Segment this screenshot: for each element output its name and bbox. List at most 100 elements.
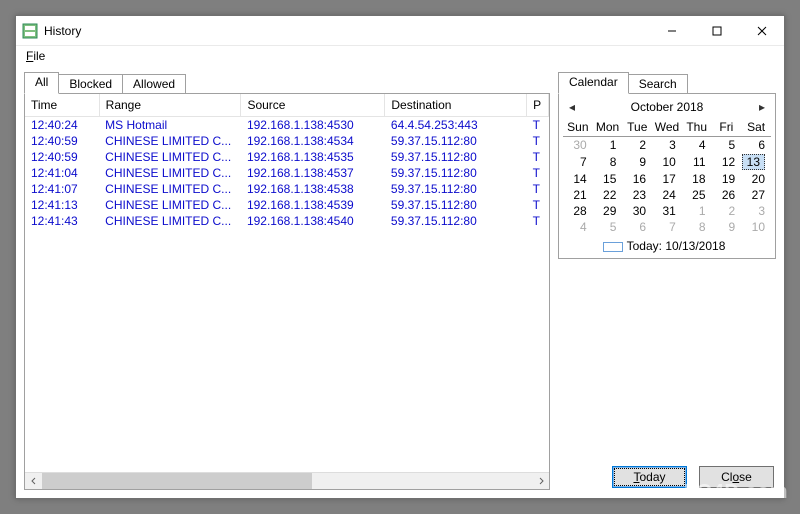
minimize-button[interactable]	[649, 16, 694, 45]
calendar-day[interactable]: 18	[682, 171, 712, 187]
calendar-week: 78910111213	[563, 153, 771, 171]
cell-destination: 64.4.54.253:443	[385, 117, 527, 134]
table-row[interactable]: 12:40:24MS Hotmail192.168.1.138:453064.4…	[25, 117, 549, 134]
cell-range: CHINESE LIMITED C...	[99, 165, 241, 181]
calendar-day[interactable]: 10	[652, 153, 682, 171]
calendar-day[interactable]: 16	[622, 171, 652, 187]
calendar-panel: ◂ October 2018 ▸ SunMonTueWedThuFriSat 3…	[558, 93, 776, 259]
calendar-day[interactable]: 6	[622, 219, 652, 235]
tab-all[interactable]: All	[24, 72, 59, 94]
calendar-day[interactable]: 10	[741, 219, 771, 235]
history-table: Time Range Source Destination P 12:40:24…	[25, 94, 549, 229]
tab-allowed[interactable]: Allowed	[122, 74, 186, 94]
calendar-day[interactable]: 5	[712, 137, 742, 154]
col-destination[interactable]: Destination	[385, 94, 527, 117]
calendar-day[interactable]: 14	[563, 171, 593, 187]
list-wrap: Time Range Source Destination P 12:40:24…	[25, 94, 549, 472]
history-tabs: All Blocked Allowed	[24, 72, 550, 94]
calendar-day[interactable]: 7	[563, 153, 593, 171]
calendar-day[interactable]: 9	[712, 219, 742, 235]
col-time[interactable]: Time	[25, 94, 99, 117]
calendar-day[interactable]: 21	[563, 187, 593, 203]
table-row[interactable]: 12:41:04CHINESE LIMITED C...192.168.1.13…	[25, 165, 549, 181]
calendar-day[interactable]: 11	[682, 153, 712, 171]
table-row[interactable]: 12:40:59CHINESE LIMITED C...192.168.1.13…	[25, 149, 549, 165]
calendar-week: 21222324252627	[563, 187, 771, 203]
today-button[interactable]: Today	[612, 466, 687, 488]
calendar-day-header: Fri	[712, 118, 742, 137]
calendar-day[interactable]: 31	[652, 203, 682, 219]
calendar-today-link[interactable]: Today: 10/13/2018	[563, 235, 771, 254]
calendar-day[interactable]: 6	[741, 137, 771, 154]
cell-source: 192.168.1.138:4539	[241, 197, 385, 213]
calendar-day[interactable]: 12	[712, 153, 742, 171]
calendar-day-header: Sat	[741, 118, 771, 137]
calendar-day[interactable]: 24	[652, 187, 682, 203]
scroll-right-icon[interactable]	[532, 473, 549, 490]
table-row[interactable]: 12:41:07CHINESE LIMITED C...192.168.1.13…	[25, 181, 549, 197]
cell-time: 12:40:24	[25, 117, 99, 134]
calendar-day[interactable]: 20	[741, 171, 771, 187]
calendar-day[interactable]: 2	[712, 203, 742, 219]
scroll-left-icon[interactable]	[25, 473, 42, 490]
table-row[interactable]: 12:41:13CHINESE LIMITED C...192.168.1.13…	[25, 197, 549, 213]
calendar-day[interactable]: 13	[741, 153, 771, 171]
calendar-day[interactable]: 25	[682, 187, 712, 203]
cell-range: CHINESE LIMITED C...	[99, 149, 241, 165]
today-rest: oday	[639, 470, 665, 484]
calendar-day[interactable]: 17	[652, 171, 682, 187]
cell-source: 192.168.1.138:4537	[241, 165, 385, 181]
calendar-day[interactable]: 3	[652, 137, 682, 154]
calendar-day[interactable]: 3	[741, 203, 771, 219]
calendar-day[interactable]: 8	[682, 219, 712, 235]
calendar-week: 14151617181920	[563, 171, 771, 187]
calendar-day[interactable]: 26	[712, 187, 742, 203]
tab-search[interactable]: Search	[628, 74, 688, 94]
calendar-day[interactable]: 28	[563, 203, 593, 219]
close-pre: Cl	[721, 470, 732, 484]
cell-p: T	[527, 197, 549, 213]
calendar-today-label: Today: 10/13/2018	[627, 239, 726, 253]
table-row[interactable]: 12:41:43CHINESE LIMITED C...192.168.1.13…	[25, 213, 549, 229]
table-row[interactable]: 12:40:59CHINESE LIMITED C...192.168.1.13…	[25, 133, 549, 149]
calendar-day[interactable]: 29	[593, 203, 623, 219]
calendar-day[interactable]: 15	[593, 171, 623, 187]
horizontal-scrollbar[interactable]	[25, 472, 549, 489]
calendar-title[interactable]: October 2018	[579, 100, 755, 114]
col-range[interactable]: Range	[99, 94, 241, 117]
calendar-next-icon[interactable]: ▸	[755, 100, 769, 114]
calendar-day[interactable]: 30	[622, 203, 652, 219]
tab-calendar[interactable]: Calendar	[558, 72, 629, 94]
scroll-track[interactable]	[42, 473, 532, 489]
calendar-day[interactable]: 8	[593, 153, 623, 171]
calendar-day[interactable]: 9	[622, 153, 652, 171]
calendar-prev-icon[interactable]: ◂	[565, 100, 579, 114]
maximize-button[interactable]	[694, 16, 739, 45]
calendar-day[interactable]: 5	[593, 219, 623, 235]
cell-source: 192.168.1.138:4540	[241, 213, 385, 229]
calendar-day[interactable]: 4	[682, 137, 712, 154]
col-source[interactable]: Source	[241, 94, 385, 117]
cell-destination: 59.37.15.112:80	[385, 133, 527, 149]
calendar-day[interactable]: 7	[652, 219, 682, 235]
calendar-day[interactable]: 1	[593, 137, 623, 154]
close-button[interactable]	[739, 16, 784, 45]
calendar-day[interactable]: 27	[741, 187, 771, 203]
calendar-day[interactable]: 4	[563, 219, 593, 235]
calendar-day-header: Tue	[622, 118, 652, 137]
calendar-day[interactable]: 30	[563, 137, 593, 154]
tab-blocked[interactable]: Blocked	[58, 74, 123, 94]
history-panel: All Blocked Allowed Time Range So	[24, 72, 550, 490]
calendar-week: 28293031123	[563, 203, 771, 219]
calendar-day[interactable]: 2	[622, 137, 652, 154]
col-p[interactable]: P	[527, 94, 549, 117]
calendar-day-header: Mon	[593, 118, 623, 137]
calendar-day[interactable]: 1	[682, 203, 712, 219]
menu-file[interactable]: File	[20, 47, 51, 65]
calendar-day[interactable]: 22	[593, 187, 623, 203]
scroll-thumb[interactable]	[42, 473, 312, 489]
calendar-day[interactable]: 19	[712, 171, 742, 187]
close-dialog-button[interactable]: Close	[699, 466, 774, 488]
calendar-day[interactable]: 23	[622, 187, 652, 203]
window-controls	[649, 16, 784, 45]
